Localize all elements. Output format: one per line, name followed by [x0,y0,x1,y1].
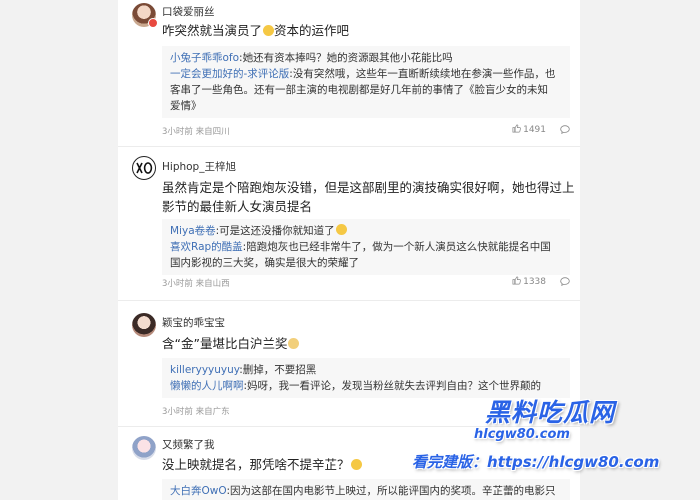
like-count: 1491 [523,125,546,135]
reply-username[interactable]: killeryyyuyuy [170,364,239,376]
laugh-emoji-icon [335,224,347,235]
thumb-up-icon [512,276,521,285]
comment-text-continued: 影节的最佳新人女演员提名 [162,199,313,214]
reply-box: 小兔子乖乖ofo:她还有资本捧吗？她的资源跟其他小花能比吗 一定会更加好的-求评… [162,46,570,118]
comment-text: 没上映就提名，那凭啥不提辛芷？ [162,455,362,474]
comment-text: 咋突然就当演员了 资本的运作吧 [162,23,350,38]
comment-meta: 3小时前 来自山西 [162,279,230,289]
comment-bubble-icon[interactable] [560,277,570,286]
reply-username[interactable]: 懒懒的人儿啊啊 [170,380,244,392]
avatar[interactable] [132,156,156,180]
like-button[interactable]: 1491 [512,124,546,135]
reply-username[interactable]: Miya卷卷 [170,225,216,237]
comment-text: 虽然肯定是个陪跑炮灰没错，但是这部剧里的演技确实很好啊，她也得过上 [162,180,575,195]
like-count: 1338 [523,277,546,287]
cat-emoji-icon [288,338,300,349]
reply-box: killeryyyuyuy:删掉，不要招黑 懒懒的人儿啊啊:妈呀，我一看评论，发… [162,358,570,398]
comment-username[interactable]: Hiphop_王梓旭 [162,159,236,174]
reply-item-continued: 爱情》 [170,100,202,112]
reply-box: Miya卷卷:可是这还没播你就知道了 喜欢Rap的酷盖:陪跑炮灰也已经非常牛了，… [162,219,570,275]
reply-item-continued: 客串了一些角色。还有一部主演的电视剧都是好几年前的事情了《脸盲少女的未知 [170,84,548,96]
reply-username[interactable]: 小兔子乖乖ofo [170,52,239,64]
watermark-title: 黑料吃瓜网 [485,398,616,427]
reply-item: 喜欢Rap的酷盖:陪跑炮灰也已经非常牛了，做为一个新人演员这么快就能提名中国 [170,241,551,253]
xo-logo-icon [136,162,153,174]
reply-item: 一定会更加好的-求评论版:没有突然哦，这些年一直断断续续地在参演一些作品，也 [170,68,556,80]
reply-box: 大白奔OwO:因为这部在国内电影节上映过，所以能评国内的奖项。辛芷蕾的电影只 [162,479,570,500]
laugh-emoji-icon [350,459,362,470]
comment-item: Hiphop_王梓旭 虽然肯定是个陪跑炮灰没错，但是这部剧里的演技确实很好啊，她… [118,147,580,301]
reply-item-continued: 国内影视的三大奖，确实是很大的荣耀了 [170,257,359,269]
watermark-line: 看完建版：https://hlcgw80.com [412,453,660,471]
watermark-url: hlcgw80.com [474,427,570,442]
comment-text: 含“金”量堪比白沪兰奖 [162,334,300,353]
reply-username[interactable]: 大白奔OwO [170,485,226,497]
comment-username[interactable]: 颖宝的乖宝宝 [162,315,225,330]
reply-item: killeryyyuyuy:删掉，不要招黑 [170,364,317,376]
comment-meta: 3小时前 来自广东 [162,407,230,417]
comment-bubble-icon[interactable] [560,125,570,134]
like-button[interactable]: 1338 [512,276,546,287]
reply-username[interactable]: 喜欢Rap的酷盖 [170,241,243,253]
reply-item: 懒懒的人儿啊啊:妈呀，我一看评论，发现当粉丝就失去评判自由？这个世界颠的 [170,380,542,392]
reply-item: 大白奔OwO:因为这部在国内电影节上映过，所以能评国内的奖项。辛芷蕾的电影只 [170,485,556,497]
smile-emoji-icon [263,25,275,36]
avatar[interactable] [132,436,156,460]
reply-item: Miya卷卷:可是这还没播你就知道了 [170,223,570,239]
avatar[interactable] [132,313,156,337]
comment-item: 口袋爱丽丝 咋突然就当演员了 资本的运作吧 小兔子乖乖ofo:她还有资本捧吗？她的… [118,0,580,147]
comment-meta: 3小时前 来自四川 [162,127,230,137]
reply-item: 小兔子乖乖ofo:她还有资本捧吗？她的资源跟其他小花能比吗 [170,52,453,64]
comment-username[interactable]: 口袋爱丽丝 [162,4,215,19]
reply-username[interactable]: 一定会更加好的-求评论版 [170,68,289,80]
comment-username[interactable]: 又频繁了我 [162,437,215,452]
verified-badge-icon [148,18,158,28]
thumb-up-icon [512,124,521,133]
